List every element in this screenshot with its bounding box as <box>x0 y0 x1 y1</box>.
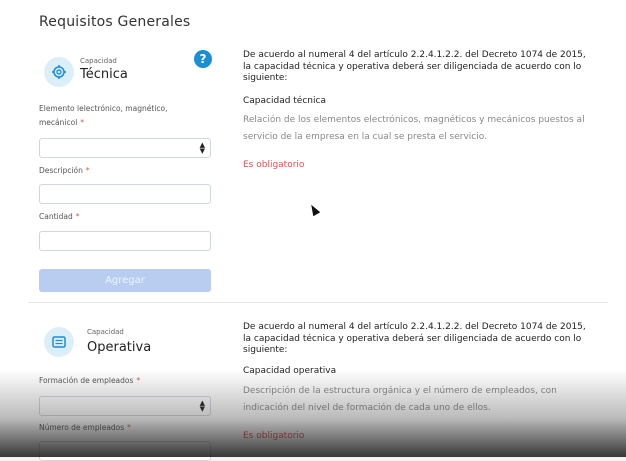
required-mark: * <box>85 166 90 175</box>
page-title: Requisitos Generales <box>39 14 191 30</box>
operativa-required-message: Es obligatorio <box>243 431 305 441</box>
operativa-title: Operativa <box>87 340 152 355</box>
required-mark: * <box>127 423 131 432</box>
help-glyph: ? <box>199 52 207 66</box>
document-icon <box>52 336 66 348</box>
required-mark: * <box>75 212 80 221</box>
tecnica-intro-text: De acuerdo al numeral 4 del artículo 2.2… <box>243 50 586 83</box>
required-mark: * <box>80 118 85 127</box>
tecnica-required-message: Es obligatorio <box>243 160 305 170</box>
cantidad-label: Cantidad * <box>39 210 79 224</box>
select-arrows-icon: ▲ ▼ <box>199 141 205 155</box>
numero-input[interactable] <box>39 441 211 461</box>
formacion-select[interactable]: ▲ ▼ <box>39 396 211 416</box>
cantidad-input[interactable] <box>39 231 211 251</box>
operativa-intro-text: De acuerdo al numeral 4 del artículo 2.2… <box>243 322 586 355</box>
formacion-label-text: Formación de empleados <box>39 376 134 385</box>
cantidad-label-text: Cantidad <box>39 212 73 221</box>
descripcion-label-text: Descripción <box>39 166 83 175</box>
help-icon[interactable]: ? <box>194 50 212 68</box>
operativa-subheading: Capacidad operativa <box>243 366 337 376</box>
descripcion-input[interactable] <box>39 184 211 204</box>
select-arrows-icon: ▲ ▼ <box>199 399 205 413</box>
page: Requisitos Generales Capacidad Técnica ?… <box>0 0 626 461</box>
numero-label: Número de empleados * <box>39 421 131 435</box>
tecnica-subheading: Capacidad técnica <box>243 96 326 106</box>
agregar-button[interactable]: Agregar <box>39 269 211 292</box>
numero-label-text: Número de empleados <box>39 423 125 432</box>
tecnica-description: Relación de los elementos electrónicos, … <box>243 115 585 142</box>
required-mark: * <box>136 376 141 385</box>
elemento-label: Elemento lelectrónico, magnético, mecáni… <box>39 102 199 130</box>
formacion-label: Formación de empleados * <box>39 374 140 388</box>
tecnica-small-label: Capacidad <box>80 57 117 65</box>
elemento-select[interactable]: ▲ ▼ <box>39 138 211 158</box>
tecnica-section-icon <box>44 57 74 87</box>
elemento-label-text: Elemento lelectrónico, magnético, mecáni… <box>39 104 168 127</box>
gear-icon <box>52 65 66 79</box>
section-divider <box>28 302 608 303</box>
operativa-small-label: Capacidad <box>87 328 124 336</box>
tecnica-title: Técnica <box>80 67 128 82</box>
mouse-cursor-icon <box>307 202 321 217</box>
descripcion-label: Descripción * <box>39 164 90 178</box>
operativa-description: Descripción de la estructura orgánica y … <box>243 386 557 413</box>
operativa-section-icon <box>44 327 74 357</box>
